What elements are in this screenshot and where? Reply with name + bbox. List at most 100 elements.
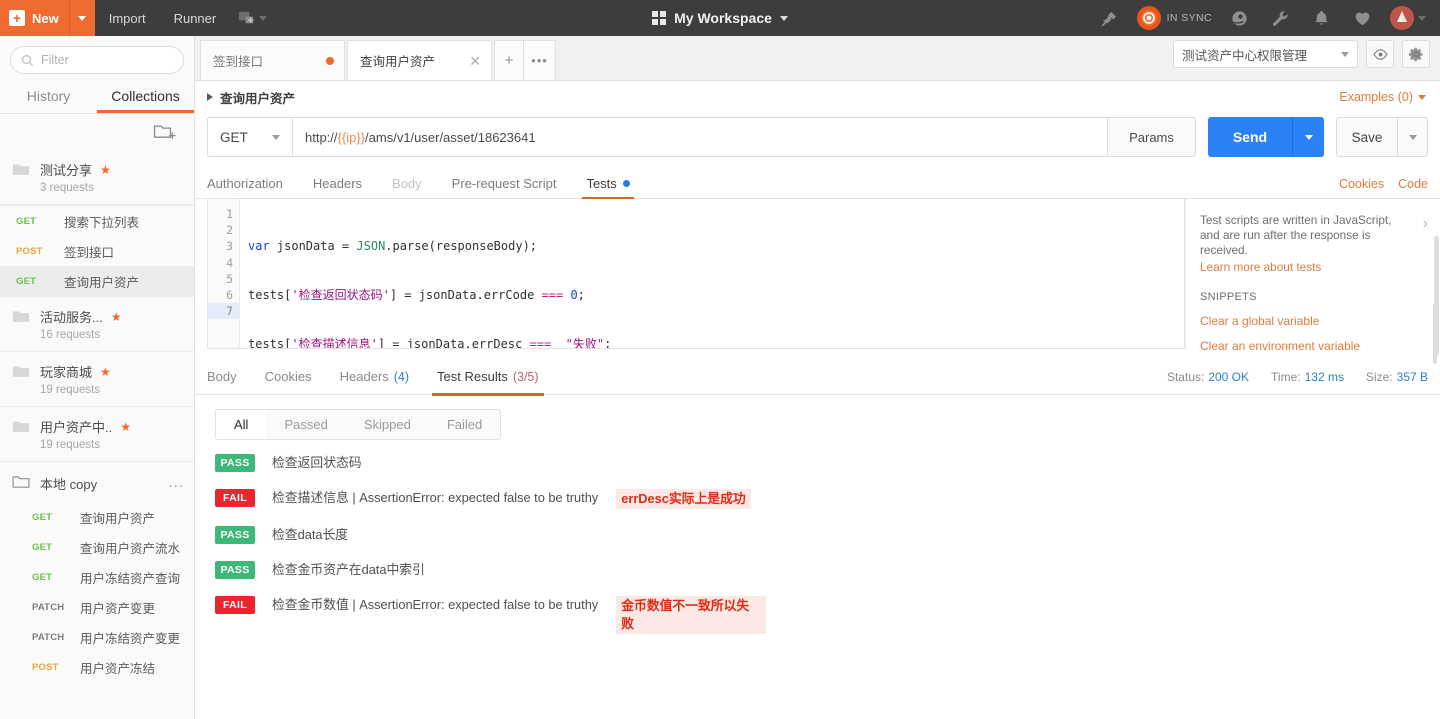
- response-tab-headers[interactable]: Headers (4): [340, 359, 409, 395]
- request-tab-1[interactable]: 查询用户资产 ✕: [347, 40, 492, 80]
- snippet-item[interactable]: Clear a global variable: [1200, 314, 1426, 328]
- examples-button[interactable]: Examples (0): [1339, 90, 1426, 104]
- tab-label: Cookies: [264, 369, 312, 384]
- workspace-selector[interactable]: My Workspace: [652, 10, 788, 26]
- request-item[interactable]: POST 用户资产冻结: [0, 652, 194, 682]
- sync-status-button[interactable]: IN SYNC: [1131, 6, 1218, 30]
- method-selector[interactable]: GET: [207, 117, 292, 157]
- notifications-button[interactable]: [1302, 0, 1341, 36]
- params-button[interactable]: Params: [1108, 117, 1196, 157]
- snippets-panel: Test scripts are written in JavaScript, …: [1185, 199, 1440, 364]
- new-folder-icon[interactable]: [153, 122, 177, 142]
- collection-item[interactable]: 测试分享 ★ 3 requests: [0, 150, 194, 205]
- learn-more-link[interactable]: Learn more about tests: [1200, 260, 1426, 274]
- collection-item[interactable]: 用户资产中.. ★ 19 requests: [0, 407, 194, 462]
- collection-item[interactable]: 玩家商城 ★ 19 requests: [0, 352, 194, 407]
- new-button[interactable]: + New: [0, 0, 69, 36]
- workspace-title: My Workspace: [674, 10, 772, 26]
- filter-skipped[interactable]: Skipped: [345, 410, 429, 439]
- request-item[interactable]: GET 查询用户资产流水: [0, 532, 194, 562]
- request-item-selected[interactable]: GET 查询用户资产: [0, 266, 194, 296]
- request-name: 用户冻结资产查询: [80, 571, 181, 586]
- search-input[interactable]: Filter: [10, 46, 184, 74]
- filter-failed[interactable]: Failed: [428, 410, 501, 439]
- request-item[interactable]: GET 查询用户资产: [0, 502, 194, 532]
- collection-list: 测试分享 ★ 3 requests GET 搜索下拉列表 POST 签到接口 G…: [0, 150, 194, 719]
- request-item[interactable]: GET 用户冻结资产查询: [0, 562, 194, 592]
- method-label: POST: [32, 661, 59, 673]
- tab-headers[interactable]: Headers: [313, 169, 362, 199]
- request-item[interactable]: PATCH 用户资产变更: [0, 592, 194, 622]
- url-input[interactable]: http://{{ip}}/ams/v1/user/asset/18623641: [292, 117, 1108, 157]
- import-button[interactable]: Import: [95, 0, 160, 36]
- request-item[interactable]: PATCH 用户冻结资产变更: [0, 622, 194, 652]
- code-line: var jsonData = JSON.parse(responseBody);: [248, 239, 538, 254]
- line-number: 4: [226, 255, 233, 270]
- environment-bar: 测试资产中心权限管理: [1173, 40, 1430, 68]
- save-options-button[interactable]: [1398, 117, 1428, 157]
- send-options-button[interactable]: [1292, 117, 1324, 157]
- tab-options-button[interactable]: •••: [524, 40, 556, 80]
- send-button[interactable]: Send: [1208, 117, 1292, 157]
- collapse-panel-icon[interactable]: ›: [1423, 215, 1428, 233]
- environment-quick-look-button[interactable]: [1366, 40, 1394, 68]
- folder-icon: [12, 162, 30, 182]
- table-row: PASS 检查金币资产在data中索引: [215, 561, 1440, 579]
- favorites-button[interactable]: [1343, 0, 1382, 36]
- new-tab-button[interactable]: +: [494, 40, 524, 80]
- request-name: 查询用户资产流水: [80, 541, 181, 556]
- close-icon[interactable]: ✕: [469, 54, 481, 68]
- status-badge: FAIL: [215, 489, 255, 507]
- wrench-icon: [1273, 10, 1288, 26]
- cookies-link[interactable]: Cookies: [1339, 177, 1384, 191]
- request-section-tabs: Authorization Headers Body Pre-request S…: [195, 169, 1440, 200]
- params-label: Params: [1129, 129, 1174, 145]
- chevron-down-icon: [779, 15, 788, 21]
- vertical-scrollbar[interactable]: [1434, 236, 1439, 356]
- chevron-right-icon[interactable]: [207, 93, 213, 101]
- request-item[interactable]: POST 签到接口: [0, 236, 194, 266]
- capture-button[interactable]: [1090, 0, 1129, 36]
- sidebar-tab-history[interactable]: History: [0, 82, 97, 110]
- code-editor[interactable]: 1 2 3 4 5 6 7 var jsonData = JSON.parse(…: [207, 199, 1185, 349]
- folder-item-local-copy[interactable]: 本地 copy ...: [0, 462, 194, 502]
- new-window-button[interactable]: [230, 0, 275, 36]
- new-dropdown-button[interactable]: [68, 0, 95, 36]
- save-label: Save: [1351, 129, 1383, 145]
- interceptor-button[interactable]: [1220, 0, 1259, 36]
- response-status-bar: Status: 200 OK Time: 132 ms Size: 357 B: [1167, 370, 1428, 384]
- chevron-down-icon: [1341, 51, 1349, 57]
- tab-pre-request-script[interactable]: Pre-request Script: [452, 169, 557, 199]
- test-name: 检查描述信息 | AssertionError: expected false …: [272, 490, 599, 505]
- response-tab-body[interactable]: Body: [207, 359, 237, 395]
- line-number: 6: [226, 287, 233, 302]
- code-content[interactable]: var jsonData = JSON.parse(responseBody);…: [240, 199, 1184, 348]
- manage-environments-button[interactable]: [1402, 40, 1430, 68]
- folder-icon: [12, 364, 30, 384]
- filter-passed[interactable]: Passed: [266, 410, 346, 439]
- folder-menu-icon[interactable]: ...: [168, 475, 184, 490]
- test-name: 检查返回状态码: [272, 455, 362, 470]
- runner-button[interactable]: Runner: [160, 0, 231, 36]
- user-avatar-button[interactable]: [1384, 6, 1432, 30]
- response-tab-cookies[interactable]: Cookies: [265, 359, 312, 395]
- tab-tests[interactable]: Tests: [582, 169, 635, 200]
- filter-all[interactable]: All: [216, 410, 267, 439]
- folder-meta: 本地 copy: [40, 474, 158, 493]
- sidebar-tab-collections[interactable]: Collections: [97, 82, 194, 113]
- environment-selector[interactable]: 测试资产中心权限管理: [1173, 40, 1358, 68]
- request-item[interactable]: GET 搜索下拉列表: [0, 206, 194, 236]
- postman-app: + New Import Runner My Workspace IN SYNC…: [0, 0, 1440, 719]
- settings-wrench-button[interactable]: [1261, 0, 1300, 36]
- method-label: GET: [16, 275, 37, 287]
- save-button[interactable]: Save: [1336, 117, 1398, 157]
- request-tab-0[interactable]: 签到接口: [200, 40, 345, 80]
- snippet-item[interactable]: Clear an environment variable: [1200, 339, 1426, 353]
- tab-label: Authorization: [207, 176, 283, 191]
- tab-body[interactable]: Body: [392, 169, 422, 199]
- response-tab-test-results[interactable]: Test Results (3/5): [432, 359, 544, 396]
- tab-label: Tests: [586, 176, 617, 191]
- tab-authorization[interactable]: Authorization: [207, 169, 283, 199]
- code-link[interactable]: Code: [1398, 177, 1428, 191]
- collection-item[interactable]: 活动服务... ★ 16 requests: [0, 296, 194, 352]
